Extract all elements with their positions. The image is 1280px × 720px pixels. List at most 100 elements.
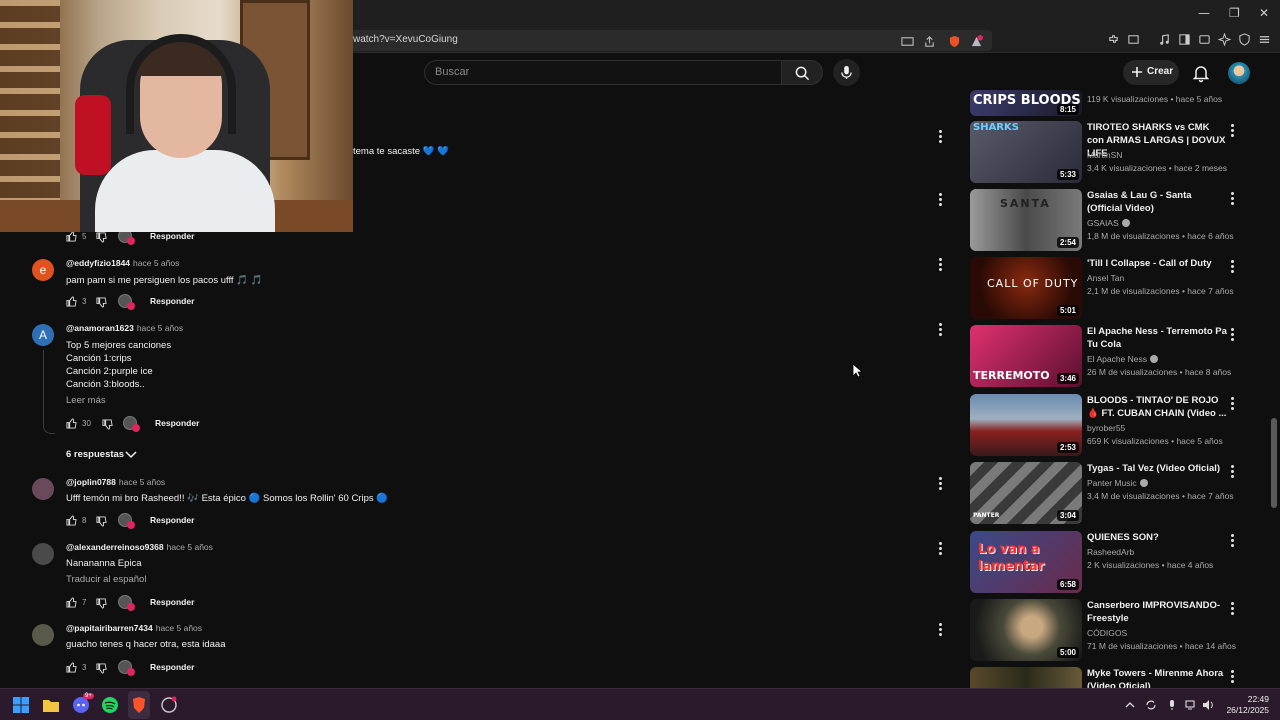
system-clock[interactable]: 22:49 26/12/2025	[1225, 694, 1269, 716]
video-menu-button[interactable]	[1231, 260, 1235, 274]
comment-menu-button[interactable]	[939, 323, 943, 337]
video-channel[interactable]: GSAIAS	[1087, 218, 1130, 228]
commenter-avatar[interactable]: A	[32, 324, 54, 346]
reply-button[interactable]: Responder	[155, 418, 199, 428]
menu-icon[interactable]	[1258, 33, 1271, 46]
video-thumbnail[interactable]: 5:00	[970, 599, 1082, 661]
commenter-handle[interactable]: @alexanderreinoso9368	[66, 542, 164, 552]
commenter-handle[interactable]: @anamoran1623	[66, 323, 134, 333]
video-title[interactable]: BLOODS - TINTAO' DE ROJO 🩸 FT. CUBAN CHA…	[1087, 394, 1227, 420]
dislike-icon[interactable]	[96, 232, 107, 243]
like-icon[interactable]	[66, 515, 77, 526]
reply-button[interactable]: Responder	[150, 296, 194, 306]
video-thumbnail[interactable]: PANTER 3:04	[970, 462, 1082, 524]
video-thumbnail[interactable]	[970, 667, 1082, 688]
video-menu-button[interactable]	[1231, 602, 1235, 616]
dislike-icon[interactable]	[96, 598, 107, 609]
commenter-avatar[interactable]	[32, 478, 54, 500]
video-title[interactable]: 'Till I Collapse - Call of Duty	[1087, 257, 1227, 270]
comment-time[interactable]: hace 5 años	[133, 258, 179, 268]
comment-menu-button[interactable]	[939, 477, 943, 491]
commenter-avatar[interactable]: e	[32, 259, 54, 281]
video-menu-button[interactable]	[1231, 397, 1235, 411]
notifications-bell-icon[interactable]	[1191, 63, 1211, 83]
comment-time[interactable]: hace 5 años	[156, 623, 202, 633]
video-thumbnail[interactable]: Lo van a lamentar 6:58	[970, 531, 1082, 593]
reply-button[interactable]: Responder	[150, 231, 194, 241]
dislike-icon[interactable]	[96, 663, 107, 674]
comment-time[interactable]: hace 5 años	[119, 477, 165, 487]
video-channel[interactable]: byrober55	[1087, 423, 1125, 433]
commenter-avatar[interactable]	[32, 543, 54, 565]
video-thumbnail[interactable]: SANTA 2:54	[970, 189, 1082, 251]
related-video[interactable]: SHARKS 5:33 TIROTEO SHARKS vs CMK con AR…	[970, 121, 1250, 185]
wallet-icon[interactable]	[1127, 33, 1140, 46]
view-replies-button[interactable]: 6 respuestas	[66, 449, 124, 460]
music-icon[interactable]	[1158, 33, 1171, 46]
app-icon[interactable]	[160, 696, 178, 714]
restore-button[interactable]: ❐	[1229, 6, 1240, 20]
video-title[interactable]: QUIENES SON?	[1087, 531, 1227, 544]
scrollbar-thumb[interactable]	[1271, 418, 1277, 508]
video-menu-button[interactable]	[1231, 670, 1235, 684]
sidebar-toggle-icon[interactable]	[1178, 33, 1191, 46]
video-channel[interactable]: RasheedArb	[1087, 547, 1134, 557]
minimize-button[interactable]: —	[1198, 6, 1210, 20]
related-video[interactable]: CALL OF DUTY 5:01 'Till I Collapse - Cal…	[970, 257, 1250, 321]
video-title[interactable]: Myke Towers - Mirenme Ahora (Video Ofici…	[1087, 667, 1227, 688]
translate-link[interactable]: Traducir al español	[66, 574, 146, 585]
like-icon[interactable]	[66, 662, 77, 673]
like-icon[interactable]	[66, 597, 77, 608]
video-thumbnail[interactable]: 2:53	[970, 394, 1082, 456]
related-video[interactable]: Myke Towers - Mirenme Ahora (Video Ofici…	[970, 667, 1250, 688]
video-thumbnail[interactable]: CALL OF DUTY 5:01	[970, 257, 1082, 319]
dislike-icon[interactable]	[96, 297, 107, 308]
windows-start-icon[interactable]	[12, 696, 30, 714]
related-video[interactable]: 5:00 Canserbero IMPROVISANDO- Freestyle …	[970, 599, 1250, 663]
dislike-icon[interactable]	[102, 419, 113, 430]
comment-menu-button[interactable]	[939, 193, 943, 207]
video-channel[interactable]: MartinSN	[1087, 150, 1122, 160]
brave-rewards-icon[interactable]	[970, 35, 983, 48]
video-title[interactable]: Tygas - Tal Vez (Video Oficial)	[1087, 462, 1227, 475]
video-menu-button[interactable]	[1231, 534, 1235, 548]
chevron-down-icon[interactable]	[125, 450, 137, 460]
video-channel[interactable]: Panter Music	[1087, 478, 1148, 488]
address-bar[interactable]: watch?v=XevuCoGiung	[340, 30, 992, 51]
brave-browser-icon[interactable]	[130, 696, 148, 714]
related-video[interactable]: PANTER 3:04 Tygas - Tal Vez (Video Ofici…	[970, 462, 1250, 526]
commenter-handle[interactable]: @papitairibarren7434	[66, 623, 153, 633]
video-channel[interactable]: El Apache Ness	[1087, 354, 1159, 364]
comment-time[interactable]: hace 5 años	[137, 323, 183, 333]
comment-menu-button[interactable]	[939, 130, 943, 144]
reply-button[interactable]: Responder	[150, 515, 194, 525]
vpn-shield-icon[interactable]	[1238, 33, 1251, 46]
related-video[interactable]: CRIPS BLOODS 8:15 119 K visualizaciones …	[970, 90, 1250, 118]
related-video[interactable]: 2:53 BLOODS - TINTAO' DE ROJO 🩸 FT. CUBA…	[970, 394, 1250, 458]
volume-icon[interactable]	[1202, 699, 1214, 711]
comment-menu-button[interactable]	[939, 258, 943, 272]
video-menu-button[interactable]	[1231, 124, 1235, 138]
commenter-handle[interactable]: @joplin0788	[66, 477, 116, 487]
comment-time[interactable]: hace 5 años	[167, 542, 213, 552]
video-channel[interactable]: Ansel Tan	[1087, 273, 1124, 283]
network-icon[interactable]	[1184, 699, 1196, 711]
extensions-icon[interactable]	[1107, 33, 1120, 46]
cast-icon[interactable]	[901, 35, 914, 48]
video-menu-button[interactable]	[1231, 328, 1235, 342]
video-title[interactable]: Canserbero IMPROVISANDO- Freestyle	[1087, 599, 1227, 625]
brave-shield-icon[interactable]	[948, 35, 961, 48]
share-icon[interactable]	[923, 35, 936, 48]
spotify-icon[interactable]	[101, 696, 119, 714]
reply-button[interactable]: Responder	[150, 662, 194, 672]
voice-search-button[interactable]	[833, 59, 860, 86]
dislike-icon[interactable]	[96, 516, 107, 527]
video-thumbnail[interactable]: CRIPS BLOODS 8:15	[970, 90, 1082, 116]
sync-icon[interactable]	[1145, 699, 1157, 711]
like-icon[interactable]	[66, 296, 77, 307]
video-menu-button[interactable]	[1231, 192, 1235, 206]
microphone-tray-icon[interactable]	[1166, 699, 1178, 711]
read-more-link[interactable]: Leer más	[66, 395, 106, 406]
related-video[interactable]: SANTA 2:54 Gsaias & Lau G - Santa (Offic…	[970, 189, 1250, 253]
reply-button[interactable]: Responder	[150, 597, 194, 607]
